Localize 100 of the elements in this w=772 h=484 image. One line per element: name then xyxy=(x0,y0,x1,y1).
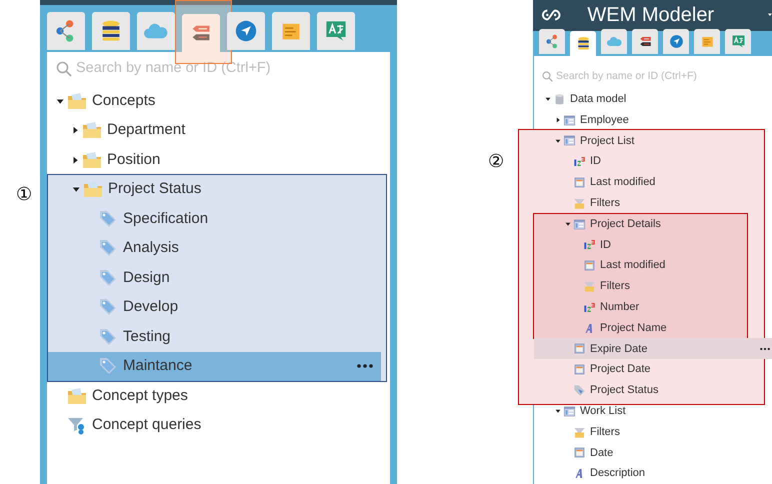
tree-row[interactable]: Concept queries xyxy=(47,410,390,440)
tree-label: ID xyxy=(600,238,611,253)
toolbar-tab[interactable] xyxy=(539,28,565,54)
tree-row[interactable]: Filters xyxy=(534,192,764,214)
tree-label: Concepts xyxy=(92,90,156,110)
calendar-icon xyxy=(583,259,596,272)
toolbar-tab[interactable] xyxy=(694,28,720,54)
tree-label: Last modified xyxy=(600,258,666,274)
toolbar-tab[interactable] xyxy=(725,28,751,54)
tree-row[interactable]: Testing xyxy=(48,322,386,352)
tree-row[interactable]: Project Status xyxy=(534,380,764,401)
tree-row[interactable]: Filters xyxy=(534,276,747,297)
folder-icon xyxy=(83,179,103,200)
tree-row[interactable]: Number xyxy=(534,296,747,318)
tree-row[interactable]: Specification xyxy=(48,204,386,234)
table-icon xyxy=(563,114,576,127)
tree-label: Project Status xyxy=(108,179,202,199)
tree-row[interactable]: Date xyxy=(534,442,772,464)
calendar-icon xyxy=(573,446,586,460)
toolbar-tab[interactable] xyxy=(663,28,689,54)
tree-label: Testing xyxy=(123,326,171,346)
folder-icon xyxy=(82,120,102,140)
tree-label: Analysis xyxy=(123,238,179,258)
caret-right-icon[interactable] xyxy=(70,126,80,134)
caret-down-icon[interactable] xyxy=(545,96,551,102)
tree-label: Filters xyxy=(600,279,630,294)
caret-down-icon[interactable] xyxy=(555,408,561,414)
tag-icon xyxy=(98,326,118,347)
caret-down-icon[interactable] xyxy=(56,96,64,105)
tree-row[interactable]: Maintance xyxy=(48,352,381,381)
funnel-icon xyxy=(67,415,87,436)
tree-row[interactable]: Work List xyxy=(534,400,772,422)
tree-label: Number xyxy=(600,300,640,315)
annotation-marker: ① xyxy=(16,184,32,204)
more-icon[interactable] xyxy=(760,346,770,351)
tree-row[interactable]: Concepts xyxy=(47,86,390,116)
tree-row[interactable]: Department xyxy=(47,116,390,145)
tree-label: Maintance xyxy=(123,356,192,376)
caret-down-icon[interactable] xyxy=(565,221,571,228)
navigation-icon xyxy=(668,34,684,49)
calendar-icon xyxy=(573,342,586,356)
translate-icon xyxy=(730,34,746,49)
folder-icon xyxy=(67,386,87,406)
tree-row[interactable]: Concept types xyxy=(47,381,390,410)
tree-row[interactable]: Project Date xyxy=(534,359,764,380)
toolbar-tab[interactable] xyxy=(570,30,596,56)
table-icon xyxy=(573,218,586,231)
translate-icon xyxy=(324,19,348,43)
tree-label: Project Details xyxy=(590,216,661,232)
tree-row[interactable]: Employee xyxy=(534,110,772,130)
tree-row[interactable]: Expire Date xyxy=(534,338,772,360)
caret-down-icon[interactable] xyxy=(555,138,561,144)
share-icon xyxy=(544,34,560,49)
tag-icon xyxy=(573,384,586,397)
caret-down-icon[interactable] xyxy=(72,185,80,194)
tree-row[interactable]: Project List xyxy=(534,130,764,152)
search-icon xyxy=(56,61,72,77)
tree-row[interactable]: Analysis xyxy=(48,234,386,263)
tree-label: Project Status xyxy=(590,383,658,398)
tree-row[interactable]: Design xyxy=(48,263,386,292)
caret-right-icon[interactable] xyxy=(70,156,80,164)
folder-icon xyxy=(82,150,102,170)
number-icon xyxy=(583,300,596,314)
table-icon xyxy=(563,134,576,148)
tree-row[interactable]: ID xyxy=(534,151,764,172)
tree-label: Concept types xyxy=(92,386,188,406)
calendar-icon xyxy=(573,176,586,189)
tree-row[interactable]: ID xyxy=(534,234,747,256)
tree-row[interactable]: Project Name xyxy=(534,318,747,338)
tree-label: Date xyxy=(590,446,614,461)
tree-label: Specification xyxy=(123,208,208,228)
tree-row[interactable]: Description xyxy=(534,463,772,484)
tree-row[interactable]: Develop xyxy=(48,292,386,322)
tag-icon xyxy=(98,297,118,318)
calendar-icon xyxy=(573,363,586,376)
tree-row[interactable]: Project Status xyxy=(48,174,386,204)
tree-row[interactable]: Position xyxy=(47,145,390,174)
toolbar-tab[interactable] xyxy=(601,28,627,54)
more-icon[interactable] xyxy=(357,364,373,368)
tag-icon xyxy=(98,268,118,288)
tree-row[interactable]: Data model xyxy=(534,88,772,110)
tree-label: Filters xyxy=(590,196,620,211)
tree-row[interactable]: Last modified xyxy=(534,172,764,193)
toolbar-tab[interactable] xyxy=(632,28,658,54)
app-title: WEM Modeler xyxy=(587,3,714,28)
tree-label: Department xyxy=(107,120,186,140)
tree-label: Last modified xyxy=(590,175,656,190)
number-icon xyxy=(583,238,596,252)
caret-right-icon[interactable] xyxy=(555,117,561,124)
tree-row[interactable]: Last modified xyxy=(534,255,747,276)
funnel-icon xyxy=(573,426,586,438)
tree-label: Work List xyxy=(580,404,626,419)
search-field[interactable]: Search by name or ID (Ctrl+F) xyxy=(556,68,764,85)
database-icon xyxy=(576,36,590,51)
tree-label: Project Date xyxy=(590,362,651,378)
tree-label: Data model xyxy=(570,92,626,107)
toolbar-tab[interactable] xyxy=(92,12,130,50)
navigation-icon xyxy=(234,19,258,43)
tree-row[interactable]: Filters xyxy=(534,422,772,442)
tree-row[interactable]: Project Details xyxy=(534,214,747,234)
